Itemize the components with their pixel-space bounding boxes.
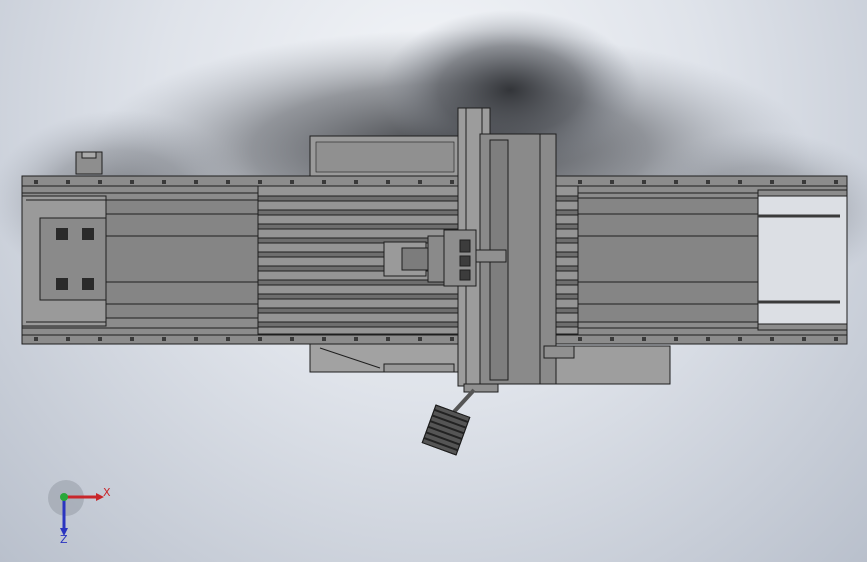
rail-bolt bbox=[706, 337, 710, 341]
rail-bolt bbox=[802, 180, 806, 184]
rail-bolt bbox=[194, 337, 198, 341]
rail-bolt bbox=[354, 337, 358, 341]
right-way-cover bbox=[577, 197, 759, 323]
rail-bolt bbox=[322, 180, 326, 184]
rail-bolt bbox=[674, 180, 678, 184]
rail-bolt bbox=[258, 337, 262, 341]
rail-bolt bbox=[802, 337, 806, 341]
top-left-bracket bbox=[75, 151, 103, 175]
rail-bolt bbox=[290, 337, 294, 341]
left-end-plate bbox=[21, 195, 107, 327]
rail-bolt bbox=[162, 180, 166, 184]
rail-bolt bbox=[130, 337, 134, 341]
control-pendant bbox=[421, 388, 476, 456]
rail-bolt bbox=[642, 337, 646, 341]
rail-bolt bbox=[322, 337, 326, 341]
rail-bolt bbox=[418, 180, 422, 184]
right-rail-end bbox=[757, 189, 848, 331]
rail-bolt bbox=[354, 180, 358, 184]
rail-bolt bbox=[770, 180, 774, 184]
upper-housing bbox=[309, 135, 461, 179]
axis-triad bbox=[48, 480, 104, 536]
left-way-cover bbox=[105, 199, 261, 319]
rail-bolt bbox=[834, 180, 838, 184]
rail-bolt bbox=[98, 337, 102, 341]
rail-bolt bbox=[386, 337, 390, 341]
rail-bolt bbox=[226, 337, 230, 341]
rail-bolt bbox=[610, 180, 614, 184]
rail-bolt bbox=[450, 337, 454, 341]
rail-bolt bbox=[290, 180, 294, 184]
rail-bolt bbox=[130, 180, 134, 184]
rail-bolt bbox=[194, 180, 198, 184]
rail-bolt bbox=[66, 337, 70, 341]
rail-bolt bbox=[66, 180, 70, 184]
rail-bolt bbox=[578, 337, 582, 341]
rail-bolt bbox=[738, 180, 742, 184]
rail-bolt bbox=[258, 180, 262, 184]
rail-bolt bbox=[834, 337, 838, 341]
rail-bolt bbox=[578, 180, 582, 184]
rail-bolt bbox=[34, 180, 38, 184]
rail-bolt bbox=[738, 337, 742, 341]
z-axis-label: Z bbox=[60, 533, 68, 546]
rail-bolt bbox=[418, 337, 422, 341]
rail-bolt bbox=[226, 180, 230, 184]
rail-bolt bbox=[674, 337, 678, 341]
rail-bolt bbox=[450, 180, 454, 184]
rail-bolt bbox=[642, 180, 646, 184]
cad-model-top-view[interactable] bbox=[0, 0, 867, 562]
graphics-viewport[interactable]: X Z bbox=[0, 0, 867, 562]
x-axis-label: X bbox=[103, 486, 111, 499]
rail-bolt bbox=[706, 180, 710, 184]
rail-bolt bbox=[34, 337, 38, 341]
rail-bolt bbox=[386, 180, 390, 184]
rail-bolt bbox=[610, 337, 614, 341]
y-axis-origin bbox=[60, 493, 68, 501]
rail-bolt bbox=[770, 337, 774, 341]
rail-bolt bbox=[162, 337, 166, 341]
rail-bolt bbox=[98, 180, 102, 184]
